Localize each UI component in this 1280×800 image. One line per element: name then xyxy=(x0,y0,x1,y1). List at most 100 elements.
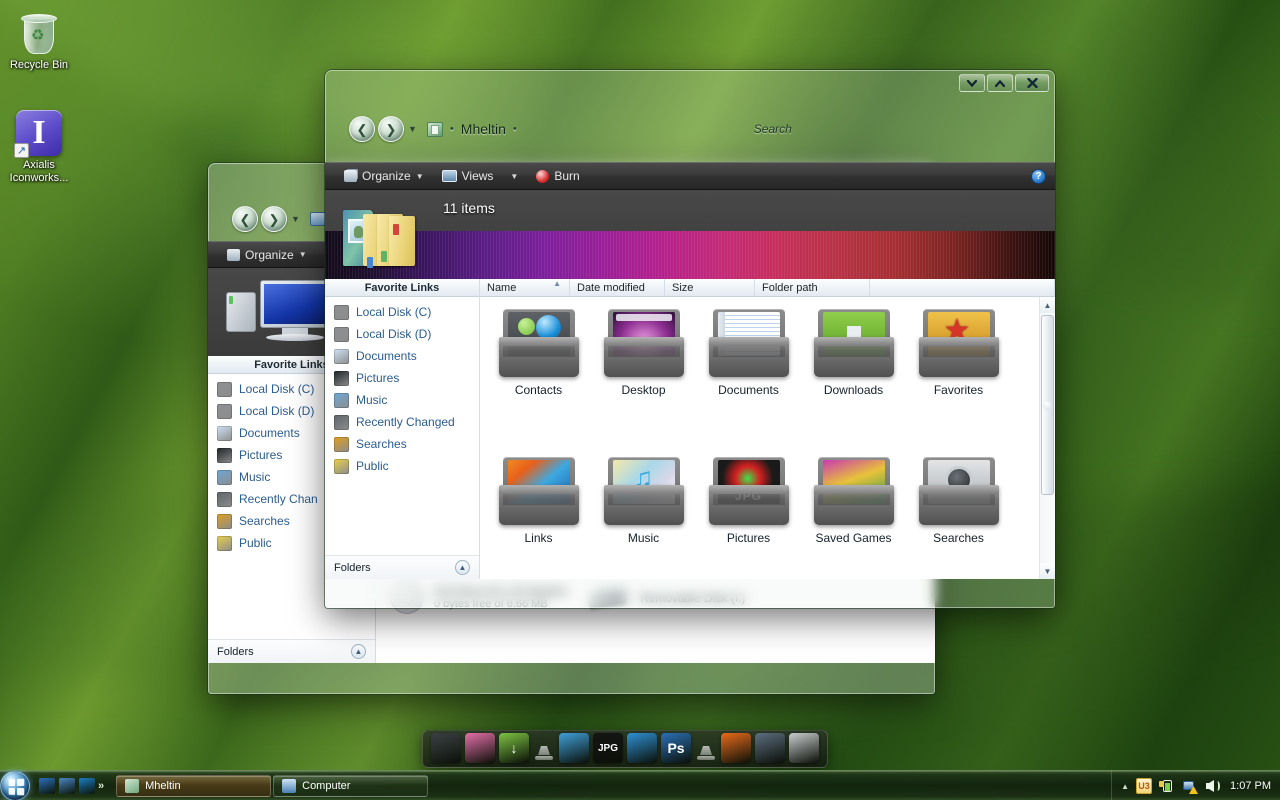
finder-icon[interactable] xyxy=(431,733,461,763)
search-input[interactable]: Search xyxy=(754,122,792,136)
organize-icon xyxy=(227,248,240,261)
explorer-folders-bar[interactable]: Folders ▲ xyxy=(325,555,479,579)
scrollbar-thumb[interactable] xyxy=(1041,315,1054,495)
desktop-icon-axialis-iconworks[interactable]: Axialis Iconworks... xyxy=(0,108,78,185)
views-button[interactable]: Views ▼ xyxy=(433,163,528,189)
jpg-viewer-icon[interactable]: JPG xyxy=(593,733,623,763)
breadcrumb-separator[interactable]: • xyxy=(513,123,517,135)
favorite-link-item[interactable]: Local Disk (D) xyxy=(325,323,479,345)
file-item[interactable]: Links xyxy=(486,451,591,579)
favorite-link-item[interactable]: Recently Changed xyxy=(325,411,479,433)
windows-logo-icon xyxy=(8,778,25,795)
taskbar-button-computer[interactable]: Computer xyxy=(273,774,429,797)
developer-tools-icon[interactable] xyxy=(559,733,589,763)
icon-grid[interactable]: Contacts Desktop Documents Downloads ★ Favori… xyxy=(480,297,1039,579)
favorite-link-item[interactable]: Local Disk (C) xyxy=(325,301,479,323)
file-item[interactable]: ♫ Music xyxy=(591,451,696,579)
mheltin-explorer-window[interactable]: ❮ ❯ ▼ • Mheltin • Search Organize ▼ View… xyxy=(325,70,1055,608)
recent-pages-caret-icon[interactable]: ▼ xyxy=(291,214,300,224)
file-item[interactable]: ★ Favorites xyxy=(906,303,1011,451)
maximize-button[interactable] xyxy=(987,74,1013,92)
window-controls[interactable] xyxy=(959,74,1049,92)
vertical-scrollbar[interactable]: ▲ ▼ xyxy=(1039,297,1055,579)
show-desktop-icon[interactable] xyxy=(39,777,55,794)
u3-launchpad-icon[interactable]: U3 xyxy=(1136,778,1153,794)
internet-explorer-icon[interactable] xyxy=(79,777,95,794)
task-buttons[interactable]: Mheltin Computer xyxy=(116,774,429,797)
forward-button[interactable]: ❯ xyxy=(378,116,404,142)
favorite-link-item[interactable]: Documents xyxy=(325,345,479,367)
column-header-size[interactable]: Size xyxy=(665,279,755,296)
taskbar[interactable]: » Mheltin Computer ▲ U3 1:07 PM xyxy=(0,770,1280,800)
computer-folders-bar[interactable]: Folders ▲ xyxy=(208,639,375,663)
favorite-link-item[interactable]: Searches xyxy=(325,433,479,455)
file-list-area[interactable]: Name ▲ Date modified Size Folder path Contac… xyxy=(480,279,1055,579)
scroll-down-arrow-icon[interactable]: ▼ xyxy=(1040,563,1055,579)
burn-button[interactable]: Burn xyxy=(527,163,588,189)
favorite-link-label: Pictures xyxy=(239,448,283,462)
folders-expand-chevron-icon[interactable]: ▲ xyxy=(351,644,366,659)
file-item[interactable]: JPG Pictures xyxy=(696,451,801,579)
column-header-date-modified[interactable]: Date modified xyxy=(570,279,665,296)
organize-button[interactable]: Organize ▼ xyxy=(218,242,316,267)
application-dock[interactable]: ↓ JPG Ps xyxy=(422,730,828,768)
trash-pink-icon[interactable] xyxy=(465,733,495,763)
file-item-label: Saved Games xyxy=(815,531,892,545)
clock[interactable]: 1:07 PM xyxy=(1230,780,1271,792)
column-headers[interactable]: Name ▲ Date modified Size Folder path xyxy=(480,279,1055,297)
system-tray[interactable]: ▲ U3 1:07 PM xyxy=(1111,771,1280,800)
back-button[interactable]: ❮ xyxy=(232,206,258,232)
file-item[interactable]: Searches xyxy=(906,451,1011,579)
column-header-filler xyxy=(870,279,1055,296)
organize-label: Organize xyxy=(362,169,411,183)
favorite-link-label: Public xyxy=(239,536,272,550)
help-button[interactable]: ? xyxy=(1031,168,1046,184)
favorite-link-icon xyxy=(217,425,232,441)
utilities-icon[interactable] xyxy=(755,733,785,763)
favorite-link-item[interactable]: Public xyxy=(325,455,479,477)
taskbar-button-mheltin[interactable]: Mheltin xyxy=(116,774,272,797)
address-breadcrumb[interactable]: • Mheltin • Search xyxy=(426,121,1055,137)
close-button[interactable] xyxy=(1015,74,1049,92)
start-button[interactable] xyxy=(0,770,30,800)
favorite-link-item[interactable]: Music xyxy=(325,389,479,411)
favorite-link-icon xyxy=(217,535,232,551)
firefox-icon[interactable] xyxy=(721,733,751,763)
favorite-link-label: Local Disk (C) xyxy=(356,305,432,319)
power-battery-icon[interactable] xyxy=(1159,778,1175,794)
scroll-up-arrow-icon[interactable]: ▲ xyxy=(1040,297,1055,313)
downloads-icon[interactable]: ↓ xyxy=(499,733,529,763)
folders-expand-chevron-icon[interactable]: ▲ xyxy=(455,560,470,575)
file-item[interactable]: Contacts xyxy=(486,303,591,451)
photoshop-icon[interactable]: Ps xyxy=(661,733,691,763)
file-item[interactable]: Desktop xyxy=(591,303,696,451)
file-item[interactable]: Downloads xyxy=(801,303,906,451)
adium-icon[interactable] xyxy=(627,733,657,763)
back-button[interactable]: ❮ xyxy=(349,116,375,142)
switch-windows-icon[interactable] xyxy=(59,777,75,794)
quick-launch-bar[interactable] xyxy=(39,777,95,794)
column-header-folder-path[interactable]: Folder path xyxy=(755,279,870,296)
favorite-link-item[interactable]: Pictures xyxy=(325,367,479,389)
file-item[interactable]: Documents xyxy=(696,303,801,451)
organize-button[interactable]: Organize ▼ xyxy=(335,163,433,189)
network-warning-icon[interactable] xyxy=(1182,778,1199,794)
tray-expand-chevron-icon[interactable]: ▲ xyxy=(1121,782,1129,791)
favorite-link-icon xyxy=(334,414,349,430)
desktop[interactable]: ♻ Recycle Bin Axialis Iconworks... ❮ ❯ ▼… xyxy=(0,0,1280,800)
forward-button[interactable]: ❯ xyxy=(261,206,287,232)
minimize-button[interactable] xyxy=(959,74,985,92)
column-header-name[interactable]: Name ▲ xyxy=(480,279,570,296)
quick-launch-overflow-icon[interactable]: » xyxy=(98,780,104,792)
folders-label: Folders xyxy=(217,645,254,658)
recent-pages-caret-icon[interactable]: ▼ xyxy=(408,124,417,134)
explorer-toolbar[interactable]: Organize ▼ Views ▼ Burn ? xyxy=(325,162,1055,190)
volume-icon[interactable] xyxy=(1205,778,1221,794)
taskbar-button-label: Mheltin xyxy=(145,779,181,792)
taskbar-button-label: Computer xyxy=(302,779,351,792)
file-item[interactable]: Saved Games xyxy=(801,451,906,579)
breadcrumb-path[interactable]: Mheltin xyxy=(461,121,506,137)
favorite-link-label: Pictures xyxy=(356,371,400,385)
trash-can-icon[interactable] xyxy=(789,733,819,763)
desktop-icon-recycle-bin[interactable]: ♻ Recycle Bin xyxy=(0,8,78,72)
